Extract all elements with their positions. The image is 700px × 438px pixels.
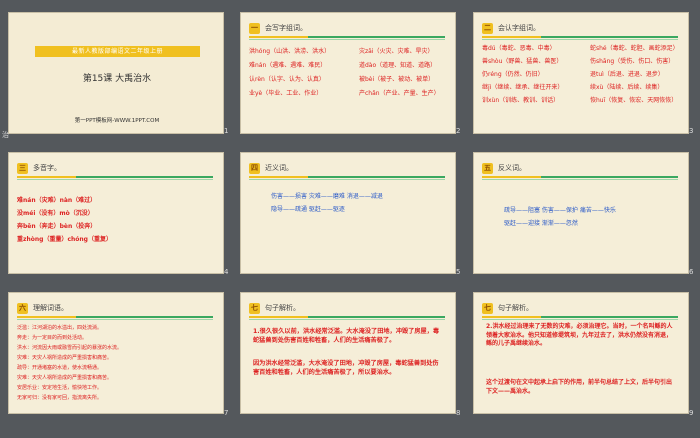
- sentence-paragraph: 这个过渡句在文中起承上启下的作用，前半句总结了上文，后半句引出下文——禹治水。: [486, 379, 673, 395]
- word-row: 伤shāng（受伤、伤口、伤害）: [590, 58, 675, 65]
- word-row: 训xùn（训练、教训、训话）: [482, 97, 560, 104]
- word-row: 无家可归：没有家可回，指流离失所。: [17, 395, 103, 401]
- slide-thumbnail-grid: 最新人教版部编语文二年级上册 第15课 大禹治水 第一PPT模板网-WWW.1P…: [0, 0, 700, 438]
- header-underline: [17, 316, 213, 318]
- word-row: 奔bēn（奔走）bèn（投奔）: [17, 223, 97, 230]
- word-row: 兽shòu（野兽、猛兽、兽医）: [482, 58, 563, 65]
- slide-1-lesson-title: 第15课 大禹治水: [82, 74, 152, 84]
- section-tag: 四: [249, 162, 260, 174]
- word-row: 难nán（灾难）nàn（难过）: [17, 197, 97, 204]
- section-heading: 反义词。: [498, 164, 526, 172]
- header-underline: [249, 176, 445, 178]
- toolbar-text: 治: [2, 131, 9, 139]
- word-row: 灾难：天灾人祸所造成的严重损害和痛苦。: [17, 375, 113, 381]
- word-row: 道dào（道理、知道、道路）: [359, 62, 437, 69]
- header-underline: [482, 176, 678, 178]
- section-heading: 多音字。: [33, 164, 61, 172]
- section-tag: 三: [17, 162, 28, 174]
- word-row: 泛滥：江河湖泊的水溢出，四处流淌。: [17, 325, 103, 331]
- word-row: 洪hóng（山洪、洪涝、洪水）: [249, 48, 331, 55]
- slide-1-footer: 第一PPT模板网-WWW.1PPT.COM: [74, 118, 160, 124]
- word-row: 退tuì（后退、进退、退步）: [590, 71, 664, 78]
- word-row: 毒dú（毒蛇、恶毒、中毒）: [482, 45, 556, 52]
- word-row: 隐导——疏通 驱赶——驱逐: [271, 206, 345, 213]
- section-heading: 句子解析。: [265, 304, 300, 312]
- header-underline: [249, 36, 445, 38]
- slide-1-title-bar: 最新人教版部编语文二年级上册: [35, 46, 200, 57]
- word-row: 重zhòng（重量）chóng（重复）: [17, 236, 112, 243]
- slide-number-8: 8: [456, 409, 461, 417]
- word-row: 继jì（继续、继承、继往开来）: [482, 84, 564, 91]
- word-row: 被bèi（被子、被动、被单）: [359, 76, 435, 83]
- word-row: 安居乐业：安定地生活，愉快地工作。: [17, 385, 103, 391]
- word-row: 驱赶——迎接 渐渐——忽然: [504, 220, 578, 227]
- slide-number-9: 9: [689, 409, 694, 417]
- word-row: 疏导——阻塞 伤害——保护 痛苦——快乐: [504, 207, 616, 214]
- section-heading: 句子解析。: [498, 304, 533, 312]
- header-underline: [482, 316, 678, 318]
- section-heading: 近义词。: [265, 164, 293, 172]
- section-heading: 会认字组词。: [498, 24, 540, 32]
- word-row: 疏导：开通堵塞的水道，使水流畅通。: [17, 365, 103, 371]
- header-underline: [17, 176, 213, 178]
- word-row: 伤害——损害 灾难——磨难 消退——减退: [271, 193, 383, 200]
- word-row: 产chǎn（产业、产量、生产）: [359, 90, 440, 97]
- section-heading: 理解词语。: [33, 304, 68, 312]
- word-row: 灾zāi（火灾、灾难、旱灾）: [359, 48, 434, 55]
- section-tag: 七: [249, 302, 260, 314]
- word-row: 洪水：河流因大雨或融雪而引起的暴涨的水流。: [17, 345, 123, 351]
- header-underline: [249, 316, 445, 318]
- sentence-paragraph: 1.很久很久以前，洪水经常泛滥。大水淹没了田地，冲毁了房屋，毒蛇猛兽到处伤害百姓…: [253, 328, 440, 344]
- sentence-paragraph: 因为洪水经常泛滥，大水淹没了田地，冲毁了房屋，毒蛇猛兽到处伤害百姓和牲畜，人们的…: [253, 360, 439, 376]
- word-row: 续xù（陆续、后续、续集）: [590, 84, 664, 91]
- section-tag: 一: [249, 22, 260, 34]
- word-row: 蛇shé（毒蛇、蛇胆、画蛇添足）: [590, 45, 679, 52]
- section-heading: 会写字组词。: [265, 24, 307, 32]
- sentence-paragraph: 2.洪水经过治理来了无数的灾难，必须治理它。当时，一个名叫鲧的人领着大家治水。他…: [486, 323, 673, 347]
- word-row: 没méi（没有）mò（沉没）: [17, 210, 94, 217]
- section-tag: 二: [482, 22, 493, 34]
- word-row: 仍réng（仍然、仍旧）: [482, 71, 544, 78]
- slide-number-7: 7: [224, 409, 229, 417]
- section-tag: 五: [482, 162, 493, 174]
- section-tag: 七: [482, 302, 493, 314]
- section-tag: 六: [17, 302, 28, 314]
- word-row: 认rèn（认字、认为、认真）: [249, 76, 325, 83]
- header-underline: [482, 36, 678, 38]
- word-row: 业yè（毕业、工业、作业）: [249, 90, 323, 97]
- word-row: 恢huī（恢复、恢宏、天网恢恢）: [590, 97, 678, 104]
- word-row: 奔走：为一定目的而到处活动。: [17, 335, 88, 341]
- word-row: 灾难：天灾人祸所造成的严重损害和痛苦。: [17, 355, 113, 361]
- word-row: 难nán（遇难、遇难、难民）: [249, 62, 327, 69]
